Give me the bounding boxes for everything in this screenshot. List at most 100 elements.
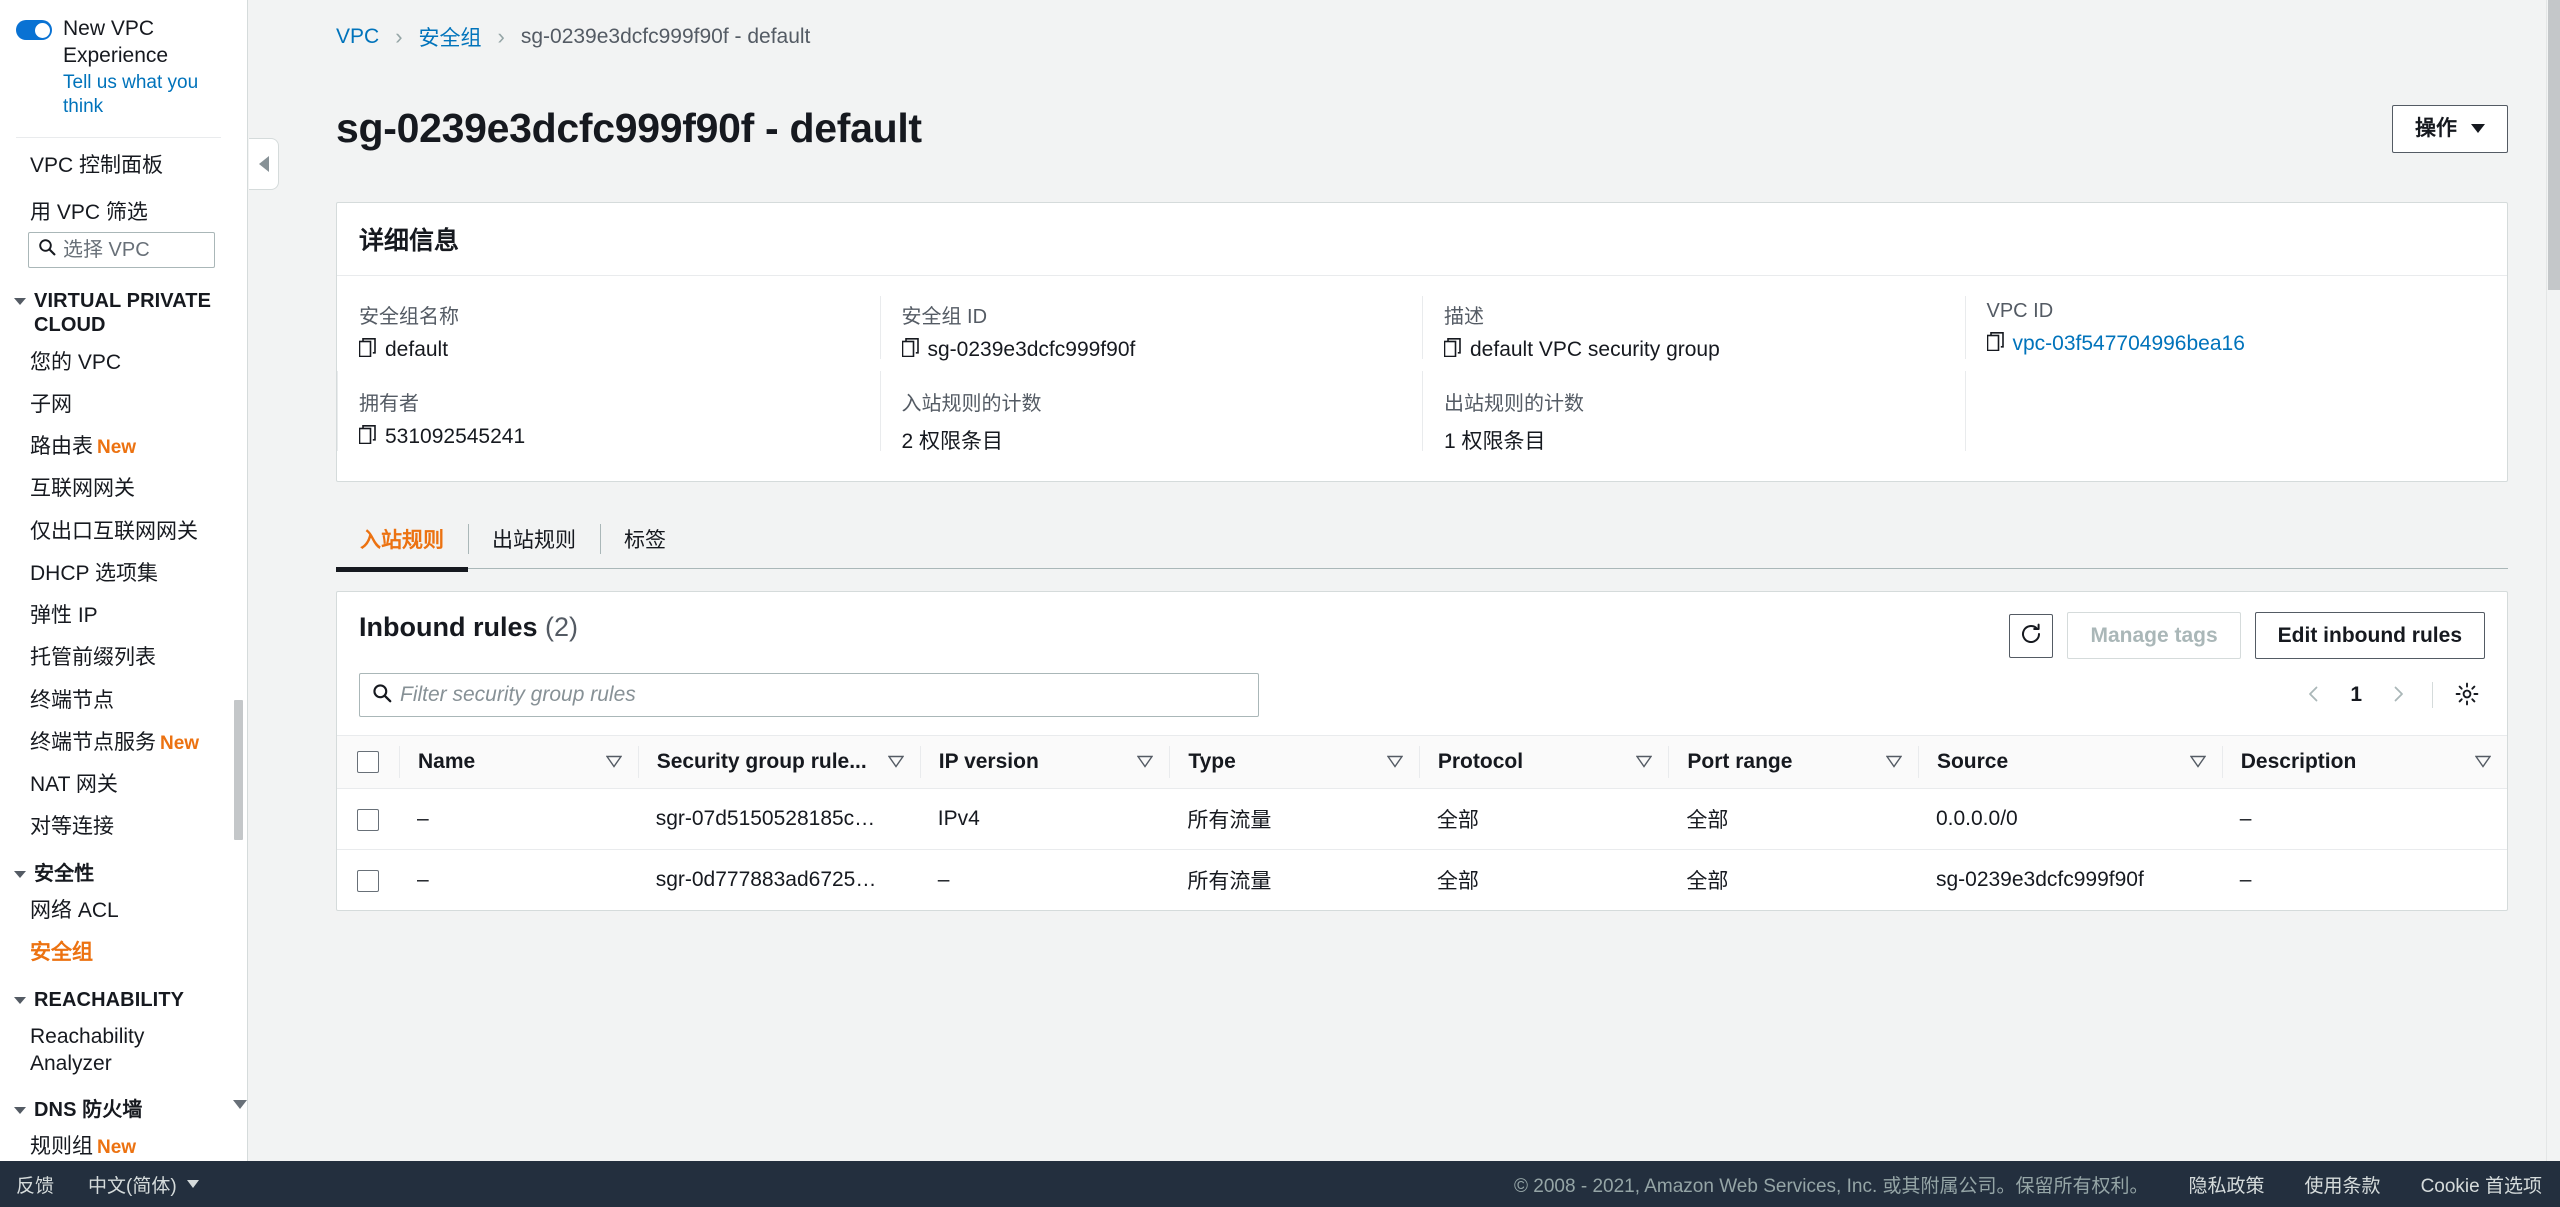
cell-description: –	[2221, 788, 2507, 851]
inbound-rules-card: Inbound rules (2) Manage tags Edit inbou…	[336, 590, 2508, 912]
inbound-rules-header: Inbound rules (2) Manage tags Edit inbou…	[337, 592, 2507, 660]
sidebar-item-rule-groups[interactable]: 规则组 New	[0, 1126, 237, 1161]
copy-icon[interactable]	[901, 337, 919, 363]
new-experience-feedback-link[interactable]: Tell us what you think	[63, 71, 223, 120]
next-page-button[interactable]	[2380, 677, 2416, 713]
actions-button[interactable]: 操作	[2392, 105, 2508, 153]
column-header-protocol[interactable]: Protocol	[1418, 735, 1669, 790]
sidebar-item-label: 对等连接	[30, 815, 114, 839]
new-badge: New	[97, 1137, 137, 1159]
copyright-text: © 2008 - 2021, Amazon Web Services, Inc.…	[1514, 1175, 2149, 1197]
copy-icon[interactable]	[358, 337, 376, 363]
breadcrumb-item-security-groups[interactable]: 安全组	[419, 22, 482, 52]
detail-label: 出站规则的计数	[1444, 392, 1584, 415]
copy-icon[interactable]	[358, 424, 376, 450]
cookie-preferences-link[interactable]: Cookie 首选项	[2421, 1171, 2542, 1198]
sidebar-item-egress-only-internet-gateways[interactable]: 仅出口互联网网关	[0, 511, 237, 553]
refresh-button[interactable]	[2009, 613, 2054, 658]
sidebar-item-endpoints[interactable]: 终端节点	[0, 680, 237, 722]
new-experience-toggle[interactable]	[16, 20, 52, 40]
sidebar-item-managed-prefix-lists[interactable]: 托管前缀列表	[0, 637, 237, 679]
column-header-ip-version[interactable]: IP version	[919, 735, 1170, 790]
sidebar-group-dns-firewall[interactable]: DNS 防火墙	[0, 1085, 237, 1127]
table-preferences-button[interactable]	[2449, 677, 2485, 713]
sidebar-item-label: 托管前缀列表	[30, 646, 156, 670]
row-checkbox[interactable]	[357, 808, 379, 831]
sidebar-item-peering-connections[interactable]: 对等连接	[0, 806, 237, 848]
detail-text: default VPC security group	[1470, 338, 1720, 362]
language-selector[interactable]: 中文(简体)	[88, 1171, 199, 1198]
sidebar-item-dhcp-option-sets[interactable]: DHCP 选项集	[0, 553, 237, 595]
sidebar-scrollbar-thumb[interactable]	[234, 700, 243, 840]
details-card: 详细信息 安全组名称 default 安全组 ID sg-0239e3dcfc9…	[336, 201, 2508, 482]
sidebar-item-nat-gateways[interactable]: NAT 网关	[0, 764, 237, 806]
column-header-source[interactable]: Source	[1917, 735, 2222, 790]
detail-label: 入站规则的计数	[901, 392, 1042, 415]
detail-label: 拥有者	[359, 392, 419, 415]
sidebar-item-internet-gateways[interactable]: 互联网网关	[0, 468, 237, 510]
sidebar-item-your-vpcs[interactable]: 您的 VPC	[0, 342, 237, 384]
previous-page-button[interactable]	[2296, 677, 2332, 713]
sidebar-item-route-tables[interactable]: 路由表 New	[0, 426, 237, 468]
sidebar-collapse-button[interactable]	[249, 138, 279, 190]
detail-value-row: sg-0239e3dcfc999f90f	[901, 337, 1399, 363]
manage-tags-button[interactable]: Manage tags	[2067, 611, 2241, 660]
scroll-down-arrow-icon[interactable]	[233, 1100, 247, 1109]
sidebar-group-label: DNS 防火墙	[34, 1098, 143, 1121]
sidebar-scroll-area: New VPC Experience Tell us what you thin…	[0, 0, 237, 1161]
sort-icon	[605, 750, 623, 774]
edit-inbound-rules-button[interactable]: Edit inbound rules	[2254, 611, 2485, 660]
sidebar-item-label: 网络 ACL	[30, 899, 119, 923]
sidebar-item-security-groups[interactable]: 安全组	[0, 932, 237, 974]
cell-port-range: 全部	[1686, 870, 1729, 894]
tab-inbound-rules[interactable]: 入站规则	[336, 512, 468, 572]
select-all-checkbox[interactable]	[357, 751, 379, 774]
sidebar-item-elastic-ips[interactable]: 弹性 IP	[0, 595, 237, 637]
sidebar-item-reachability-analyzer[interactable]: Reachability Analyzer	[0, 1016, 237, 1085]
vpc-filter-box[interactable]	[28, 232, 215, 269]
table-row[interactable]: – sgr-0d777883ad6725… – 所有流量 全部 全部 sg-02…	[337, 850, 2507, 911]
sidebar-group-reachability[interactable]: REACHABILITY	[0, 975, 237, 1017]
tab-tags[interactable]: 标签	[600, 512, 690, 568]
copy-icon[interactable]	[1443, 337, 1461, 363]
rules-filter-box[interactable]	[359, 673, 1259, 718]
detail-text: 1 权限条目	[1444, 429, 1546, 453]
breadcrumb-item-vpc[interactable]: VPC	[336, 25, 379, 49]
tab-outbound-rules[interactable]: 出站规则	[468, 512, 600, 568]
vpc-filter-input[interactable]	[63, 238, 214, 262]
refresh-icon	[2019, 622, 2043, 649]
copy-icon[interactable]	[1986, 331, 2004, 357]
sidebar-scrollbar[interactable]	[234, 0, 245, 1161]
sidebar-item-endpoint-services[interactable]: 终端节点服务 New	[0, 722, 237, 764]
terms-of-use-link[interactable]: 使用条款	[2305, 1171, 2381, 1198]
sidebar-group-virtual-private-cloud[interactable]: VIRTUAL PRIVATE CLOUD	[0, 276, 237, 341]
column-header-port-range[interactable]: Port range	[1668, 735, 1918, 790]
row-checkbox[interactable]	[357, 869, 379, 892]
cell-type: 所有流量	[1169, 788, 1419, 851]
page-number-1[interactable]: 1	[2336, 683, 2376, 707]
main-scrollbar[interactable]	[2546, 0, 2560, 1161]
details-grid: 安全组名称 default 安全组 ID sg-0239e3dcfc999f90…	[337, 276, 2507, 481]
sort-icon	[887, 750, 905, 774]
column-label: IP version	[938, 750, 1039, 774]
new-experience-title: New VPC Experience	[63, 17, 169, 67]
privacy-policy-link[interactable]: 隐私政策	[2189, 1171, 2265, 1198]
feedback-link[interactable]: 反馈	[16, 1171, 54, 1198]
sidebar-group-security[interactable]: 安全性	[0, 849, 237, 891]
column-header-type[interactable]: Type	[1169, 735, 1419, 790]
cell-rule-id: sgr-0d777883ad6725…	[655, 868, 877, 892]
column-header-name[interactable]: Name	[399, 735, 638, 790]
main-scrollbar-thumb[interactable]	[2548, 0, 2560, 290]
detail-tabs: 入站规则 出站规则 标签	[336, 512, 2508, 572]
table-row[interactable]: – sgr-07d5150528185c… IPv4 所有流量 全部 全部 0.…	[337, 788, 2507, 851]
vpc-id-link[interactable]: vpc-03f547704996bea16	[2013, 332, 2245, 356]
sidebar-item-subnets[interactable]: 子网	[0, 384, 237, 426]
vpc-filter-label: 用 VPC 筛选	[30, 201, 148, 225]
sidebar-item-vpc-dashboard[interactable]: VPC 控制面板	[0, 138, 237, 190]
chevron-down-icon	[2471, 124, 2485, 134]
sidebar-item-network-acls[interactable]: 网络 ACL	[0, 890, 237, 932]
detail-text: sg-0239e3dcfc999f90f	[927, 338, 1136, 362]
column-header-security-group-rule-id[interactable]: Security group rule...	[637, 735, 920, 790]
rules-filter-input[interactable]	[400, 683, 1258, 708]
column-header-description[interactable]: Description	[2221, 735, 2507, 790]
